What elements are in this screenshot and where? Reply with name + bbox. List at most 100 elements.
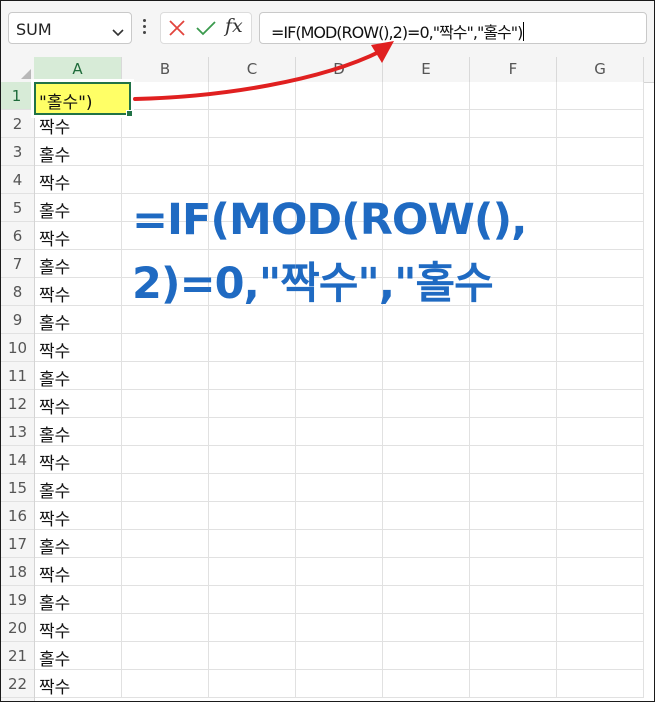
- cell[interactable]: [383, 614, 470, 642]
- cell[interactable]: [470, 362, 557, 390]
- cell[interactable]: [209, 502, 296, 530]
- row-header[interactable]: 2: [1, 110, 34, 138]
- row-header[interactable]: 12: [1, 390, 34, 418]
- cell[interactable]: [209, 474, 296, 502]
- cell[interactable]: [470, 614, 557, 642]
- cell[interactable]: [383, 670, 470, 698]
- cell[interactable]: [122, 110, 209, 138]
- cell[interactable]: 짝수: [35, 166, 122, 194]
- cell[interactable]: 짝수: [35, 334, 122, 362]
- cell[interactable]: [209, 362, 296, 390]
- cell[interactable]: [209, 390, 296, 418]
- cell[interactable]: [122, 474, 209, 502]
- cell[interactable]: [209, 334, 296, 362]
- cell[interactable]: 홀수: [35, 418, 122, 446]
- row-header[interactable]: 3: [1, 138, 34, 166]
- cell[interactable]: [296, 670, 383, 698]
- column-header-a[interactable]: A: [34, 57, 122, 82]
- cell[interactable]: [209, 82, 296, 110]
- cell[interactable]: [470, 446, 557, 474]
- cell[interactable]: [296, 362, 383, 390]
- cell[interactable]: [470, 670, 557, 698]
- cell[interactable]: [557, 642, 644, 670]
- cell[interactable]: [296, 138, 383, 166]
- row-header[interactable]: 5: [1, 194, 34, 222]
- cell[interactable]: 짝수: [35, 614, 122, 642]
- cell[interactable]: [296, 474, 383, 502]
- cell[interactable]: [296, 334, 383, 362]
- cell[interactable]: [383, 334, 470, 362]
- cell[interactable]: 짝수: [35, 502, 122, 530]
- cell[interactable]: [557, 530, 644, 558]
- cell[interactable]: 홀수: [35, 138, 122, 166]
- cell[interactable]: 홀수: [35, 474, 122, 502]
- enter-check-icon[interactable]: [196, 19, 216, 41]
- cell[interactable]: [209, 138, 296, 166]
- cell[interactable]: [557, 390, 644, 418]
- row-header[interactable]: 11: [1, 362, 34, 390]
- cell[interactable]: [296, 614, 383, 642]
- cell[interactable]: [470, 642, 557, 670]
- name-box[interactable]: SUM: [8, 12, 132, 44]
- cell[interactable]: [296, 586, 383, 614]
- cell[interactable]: [209, 110, 296, 138]
- cell[interactable]: [470, 334, 557, 362]
- cell[interactable]: 홀수: [35, 306, 122, 334]
- cell[interactable]: [557, 362, 644, 390]
- insert-function-icon[interactable]: fx: [225, 15, 243, 37]
- cell[interactable]: [296, 558, 383, 586]
- row-header[interactable]: 13: [1, 418, 34, 446]
- cell[interactable]: [470, 418, 557, 446]
- cell[interactable]: [122, 530, 209, 558]
- cell[interactable]: 홀수: [35, 586, 122, 614]
- cell[interactable]: [470, 110, 557, 138]
- row-header[interactable]: 9: [1, 306, 34, 334]
- cell[interactable]: [383, 446, 470, 474]
- cell[interactable]: [470, 82, 557, 110]
- cell[interactable]: 짝수: [35, 278, 122, 306]
- cell[interactable]: [383, 642, 470, 670]
- cell[interactable]: 홀수: [35, 642, 122, 670]
- cell[interactable]: [296, 82, 383, 110]
- cell[interactable]: [557, 502, 644, 530]
- row-header[interactable]: 22: [1, 670, 34, 698]
- cell[interactable]: [122, 334, 209, 362]
- row-header[interactable]: 19: [1, 586, 34, 614]
- row-header[interactable]: 16: [1, 502, 34, 530]
- cell[interactable]: 홀수: [35, 194, 122, 222]
- cell[interactable]: [470, 390, 557, 418]
- column-header-f[interactable]: F: [470, 57, 557, 82]
- cell[interactable]: [470, 502, 557, 530]
- cell[interactable]: 짝수: [35, 390, 122, 418]
- cell[interactable]: [383, 138, 470, 166]
- cell[interactable]: [383, 110, 470, 138]
- cell[interactable]: [470, 586, 557, 614]
- row-header[interactable]: 10: [1, 334, 34, 362]
- cell[interactable]: [296, 390, 383, 418]
- cell[interactable]: [557, 82, 644, 110]
- cell[interactable]: [557, 446, 644, 474]
- row-header[interactable]: 15: [1, 474, 34, 502]
- cell[interactable]: [209, 418, 296, 446]
- cell[interactable]: [122, 502, 209, 530]
- column-header-g[interactable]: G: [557, 57, 644, 82]
- row-header[interactable]: 1: [1, 82, 34, 110]
- chevron-down-icon[interactable]: [112, 23, 124, 42]
- row-header[interactable]: 14: [1, 446, 34, 474]
- cell[interactable]: [383, 502, 470, 530]
- column-header-e[interactable]: E: [383, 57, 470, 82]
- cell[interactable]: [122, 446, 209, 474]
- column-header-d[interactable]: D: [296, 57, 383, 82]
- cell[interactable]: 짝수: [35, 670, 122, 698]
- cell[interactable]: [557, 474, 644, 502]
- more-options-icon[interactable]: [141, 19, 147, 39]
- cell[interactable]: [383, 586, 470, 614]
- cell[interactable]: [122, 390, 209, 418]
- cell[interactable]: [383, 558, 470, 586]
- row-header[interactable]: 7: [1, 250, 34, 278]
- column-header-b[interactable]: B: [122, 57, 209, 82]
- cell[interactable]: [557, 670, 644, 698]
- cell[interactable]: [122, 82, 209, 110]
- row-header[interactable]: 6: [1, 222, 34, 250]
- cell[interactable]: [209, 614, 296, 642]
